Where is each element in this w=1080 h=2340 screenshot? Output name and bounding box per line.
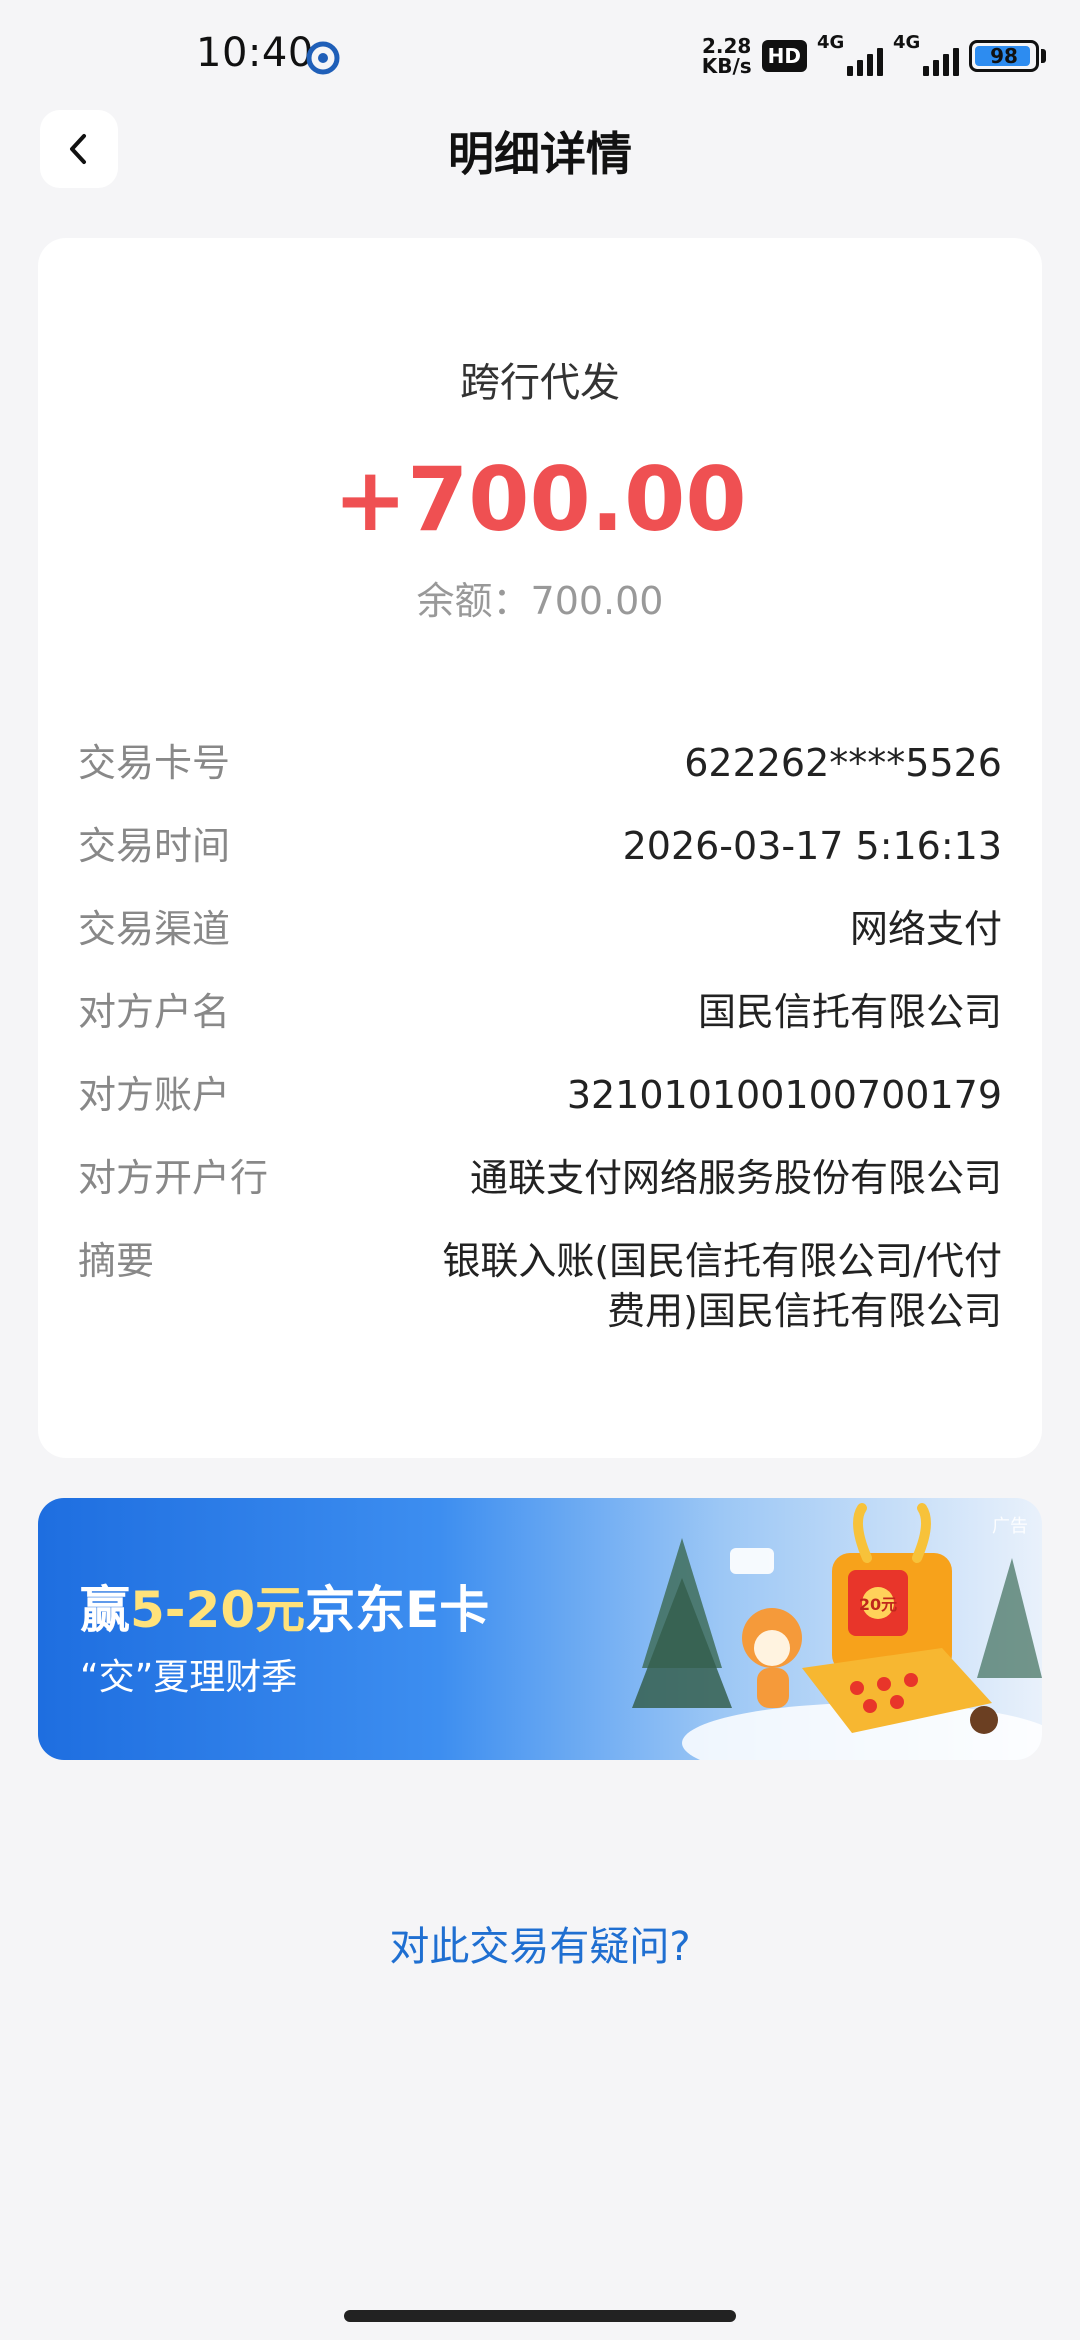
network-speed-unit: KB/s	[701, 54, 752, 78]
field-counterparty-bank: 对方开户行 通联支付网络服务股份有限公司	[78, 1153, 1002, 1203]
status-indicators: 2.28 KB/s HD 4G 4G 98	[702, 32, 1046, 76]
field-label: 交易卡号	[78, 741, 231, 785]
field-card-number: 交易卡号 622262****5526	[78, 738, 1002, 788]
promo-subtitle: “交”夏理财季	[80, 1657, 298, 1698]
field-value: 622262****5526	[684, 741, 1002, 785]
status-time: 10:40	[196, 30, 314, 76]
promo-art-label: 20元	[859, 1595, 897, 1614]
promo-illustration: 20元	[632, 1503, 1042, 1760]
signal-icon: 4G	[893, 32, 959, 76]
transaction-question-link[interactable]: 对此交易有疑问?	[0, 1914, 1080, 1972]
battery-level: 98	[990, 44, 1018, 68]
field-label: 交易时间	[78, 824, 231, 868]
transaction-amount: +700.00	[333, 448, 747, 551]
field-value: 网络支付	[849, 907, 1002, 951]
promo-title-highlight: 5-20元	[130, 1581, 306, 1639]
field-value: 2026-03-17 5:16:13	[622, 824, 1002, 868]
field-label: 对方账户	[78, 1073, 231, 1117]
promo-title-prefix: 赢	[80, 1581, 130, 1639]
promo-title-suffix: 京东E卡	[305, 1581, 490, 1639]
network-speed: 2.28 KB/s	[702, 36, 752, 76]
field-label: 摘要	[78, 1239, 155, 1283]
field-value: 国民信托有限公司	[697, 990, 1002, 1034]
field-counterparty-account: 对方账户 321010100100700179	[78, 1070, 1002, 1120]
hd-icon: HD	[761, 40, 807, 72]
signal-network-label: 4G	[893, 32, 921, 53]
field-value: 通联支付网络服务股份有限公司	[469, 1156, 1002, 1200]
bank-app-notification-icon	[306, 41, 340, 75]
transaction-fields: 交易卡号 622262****5526 交易时间 2026-03-17 5:16…	[78, 738, 1002, 1369]
status-bar: 10:40 2.28 KB/s HD 4G 4G 98	[0, 0, 1080, 120]
signal-icon: 4G	[817, 32, 883, 76]
field-counterparty-name: 对方户名 国民信托有限公司	[78, 987, 1002, 1037]
field-channel: 交易渠道 网络支付	[78, 904, 1002, 954]
battery-icon: 98	[969, 40, 1039, 72]
field-label: 对方户名	[78, 990, 231, 1034]
transaction-detail-card: 跨行代发 +700.00 余额：700.00 交易卡号 622262****55…	[38, 238, 1042, 1458]
field-label: 交易渠道	[78, 907, 231, 951]
promo-title: 赢5-20元京东E卡	[80, 1570, 489, 1642]
network-speed-value: 2.28	[702, 34, 752, 58]
field-value: 321010100100700179	[566, 1073, 1002, 1117]
promo-banner[interactable]: 20元 赢5-20元京东E卡 “交”夏理财季 广告	[38, 1498, 1042, 1760]
field-transaction-time: 交易时间 2026-03-17 5:16:13	[78, 821, 1002, 871]
field-summary: 摘要 银联入账(国民信托有限公司/代付费用)国民信托有限公司	[78, 1236, 1002, 1336]
field-value: 银联入账(国民信托有限公司/代付费用)国民信托有限公司	[442, 1239, 1002, 1333]
signal-network-label: 4G	[817, 32, 845, 53]
transaction-type: 跨行代发	[460, 360, 620, 406]
field-label: 对方开户行	[78, 1156, 269, 1200]
account-balance: 余额：700.00	[416, 579, 664, 623]
ad-tag: 广告	[992, 1516, 1028, 1537]
page-title: 明细详情	[448, 127, 632, 181]
home-indicator[interactable]	[344, 2310, 736, 2322]
